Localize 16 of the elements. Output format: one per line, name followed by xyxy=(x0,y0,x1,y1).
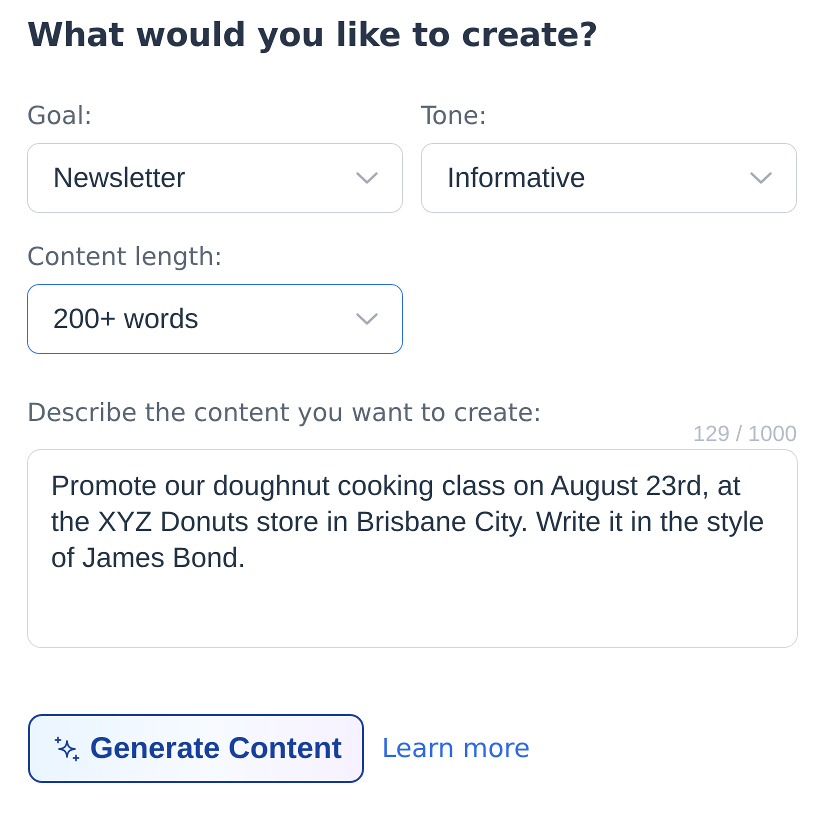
field-label: Goal: xyxy=(27,101,92,131)
generate-content-button[interactable]: Generate Content xyxy=(28,714,364,783)
page-heading: What would you like to create? xyxy=(27,15,598,55)
character-counter: 129 / 1000 xyxy=(693,422,797,446)
dropdown-select[interactable]: 200+ words xyxy=(27,284,403,354)
dropdown-select[interactable]: Newsletter xyxy=(27,143,403,213)
learn-more-link[interactable]: Learn more xyxy=(382,734,530,764)
description-textarea[interactable]: Promote our doughnut cooking class on August 23rd, at the XYZ Donuts store in Brisbane City. Write it in the style of James Bond. xyxy=(27,449,798,648)
field-label: Describe the content you want to create: xyxy=(27,398,542,428)
field-label: Tone: xyxy=(421,101,487,131)
sparkle-icon xyxy=(54,736,80,762)
chevron-down-icon xyxy=(356,172,378,184)
chevron-down-icon xyxy=(356,313,378,325)
dropdown-select[interactable]: Informative xyxy=(421,143,797,213)
chevron-down-icon xyxy=(750,172,772,184)
field-label: Content length: xyxy=(27,242,222,272)
